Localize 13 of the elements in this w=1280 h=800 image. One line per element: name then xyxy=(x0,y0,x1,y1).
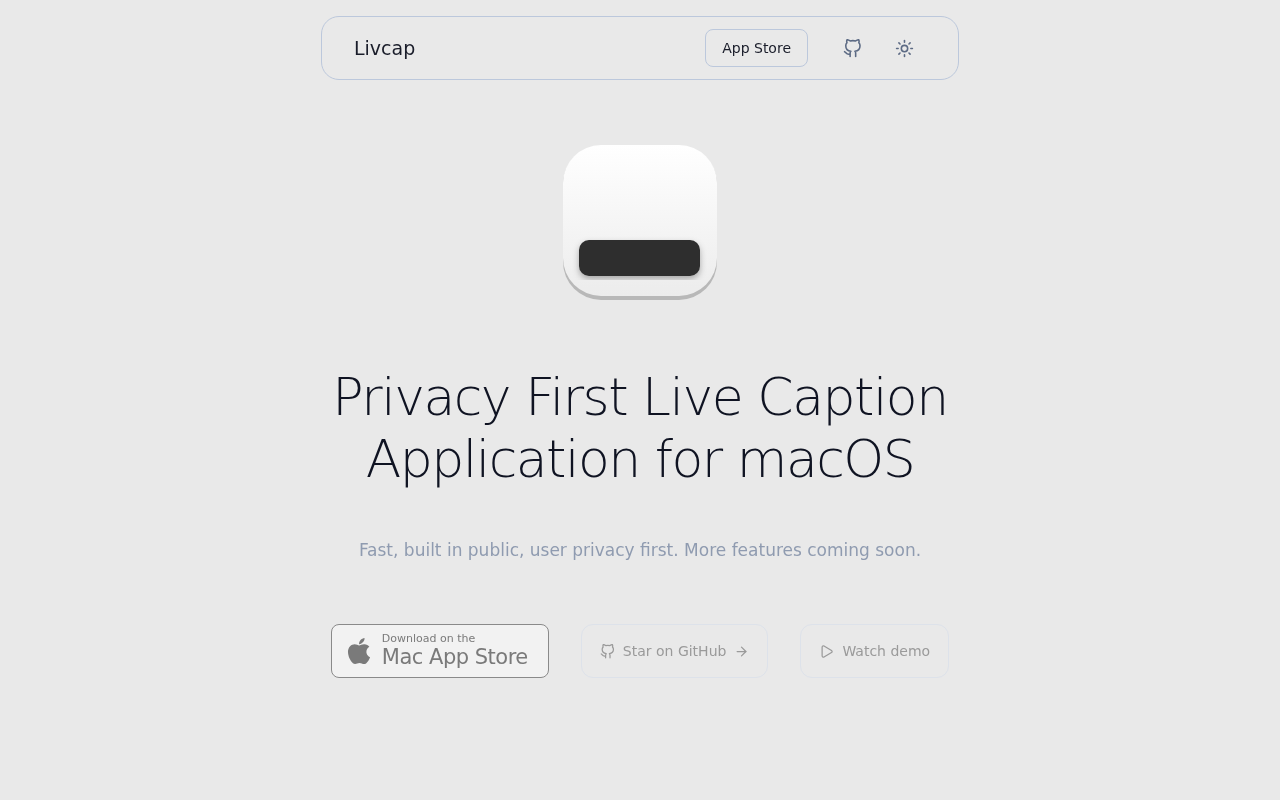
github-icon xyxy=(842,38,862,58)
github-icon xyxy=(599,643,615,659)
app-store-badge[interactable]: Download on the Mac App Store xyxy=(330,624,549,678)
app-store-button[interactable]: App Store xyxy=(705,29,808,67)
play-icon xyxy=(819,643,835,659)
arrow-right-icon xyxy=(734,643,750,659)
app-icon xyxy=(561,144,719,302)
github-star-button[interactable]: Star on GitHub xyxy=(580,624,769,678)
sun-icon xyxy=(894,38,914,58)
hero-title: Privacy First Live Caption Application for macOS xyxy=(332,366,948,490)
brand-name[interactable]: Livcap xyxy=(354,37,698,59)
watch-demo-button[interactable]: Watch demo xyxy=(800,624,950,678)
hero-subtitle: Fast, built in public, user privacy first. More features coming soon. xyxy=(358,540,922,560)
